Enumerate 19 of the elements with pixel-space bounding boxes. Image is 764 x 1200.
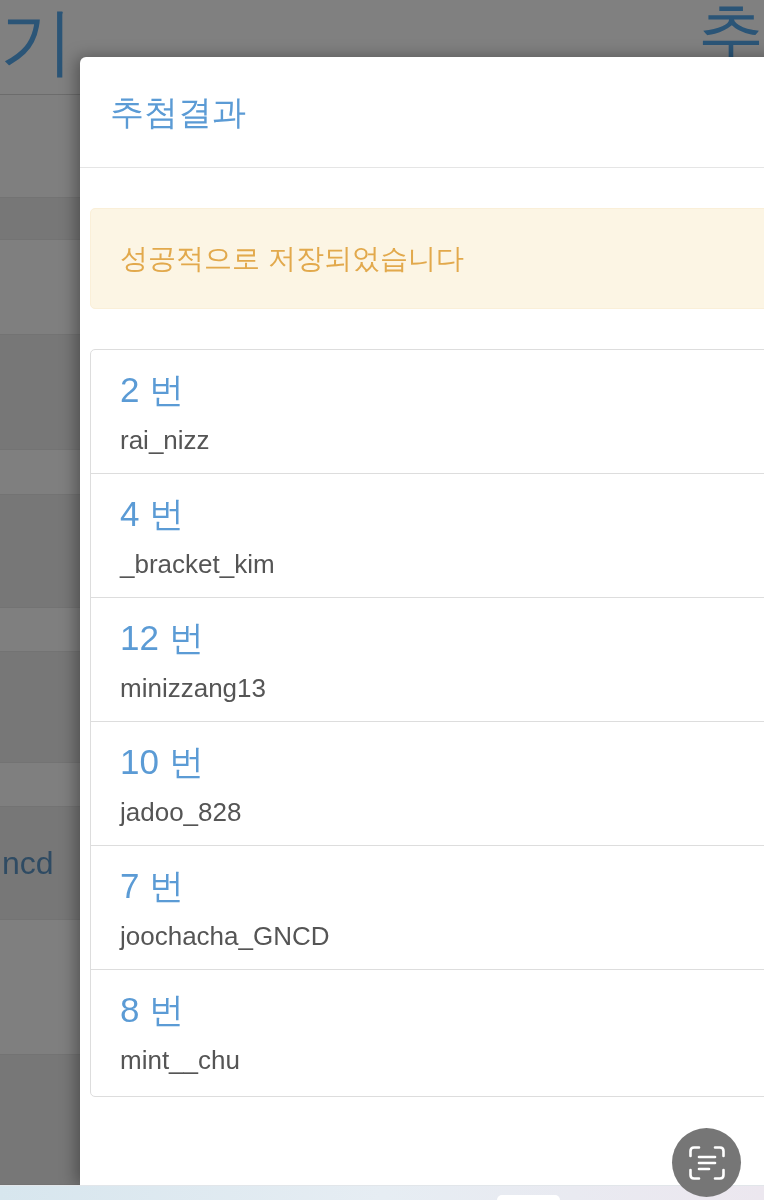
- username: mint__chu: [120, 1044, 240, 1077]
- result-number: 7 번: [120, 866, 185, 906]
- modal-title: 추첨결과: [110, 92, 246, 133]
- username: minizzang13: [120, 672, 266, 705]
- table-cell: ncd: [2, 844, 54, 882]
- result-number: 8 번: [120, 990, 185, 1030]
- scan-text-icon: [688, 1145, 725, 1180]
- page-heading: 추: [698, 0, 764, 66]
- username: _bracket_kim: [120, 548, 275, 581]
- result-number: 2 번: [120, 370, 185, 410]
- username: rai_nizz: [120, 424, 210, 457]
- username: joochacha_GNCD: [120, 920, 330, 953]
- result-number: 10 번: [120, 742, 204, 782]
- page-heading: 기: [0, 0, 74, 84]
- username: jadoo_828: [120, 796, 242, 829]
- handle-icon: [497, 1195, 560, 1200]
- success-alert: 성공적으로 저장되었습니다: [90, 208, 764, 309]
- result-number: 4 번: [120, 494, 185, 534]
- result-number: 12 번: [120, 618, 204, 658]
